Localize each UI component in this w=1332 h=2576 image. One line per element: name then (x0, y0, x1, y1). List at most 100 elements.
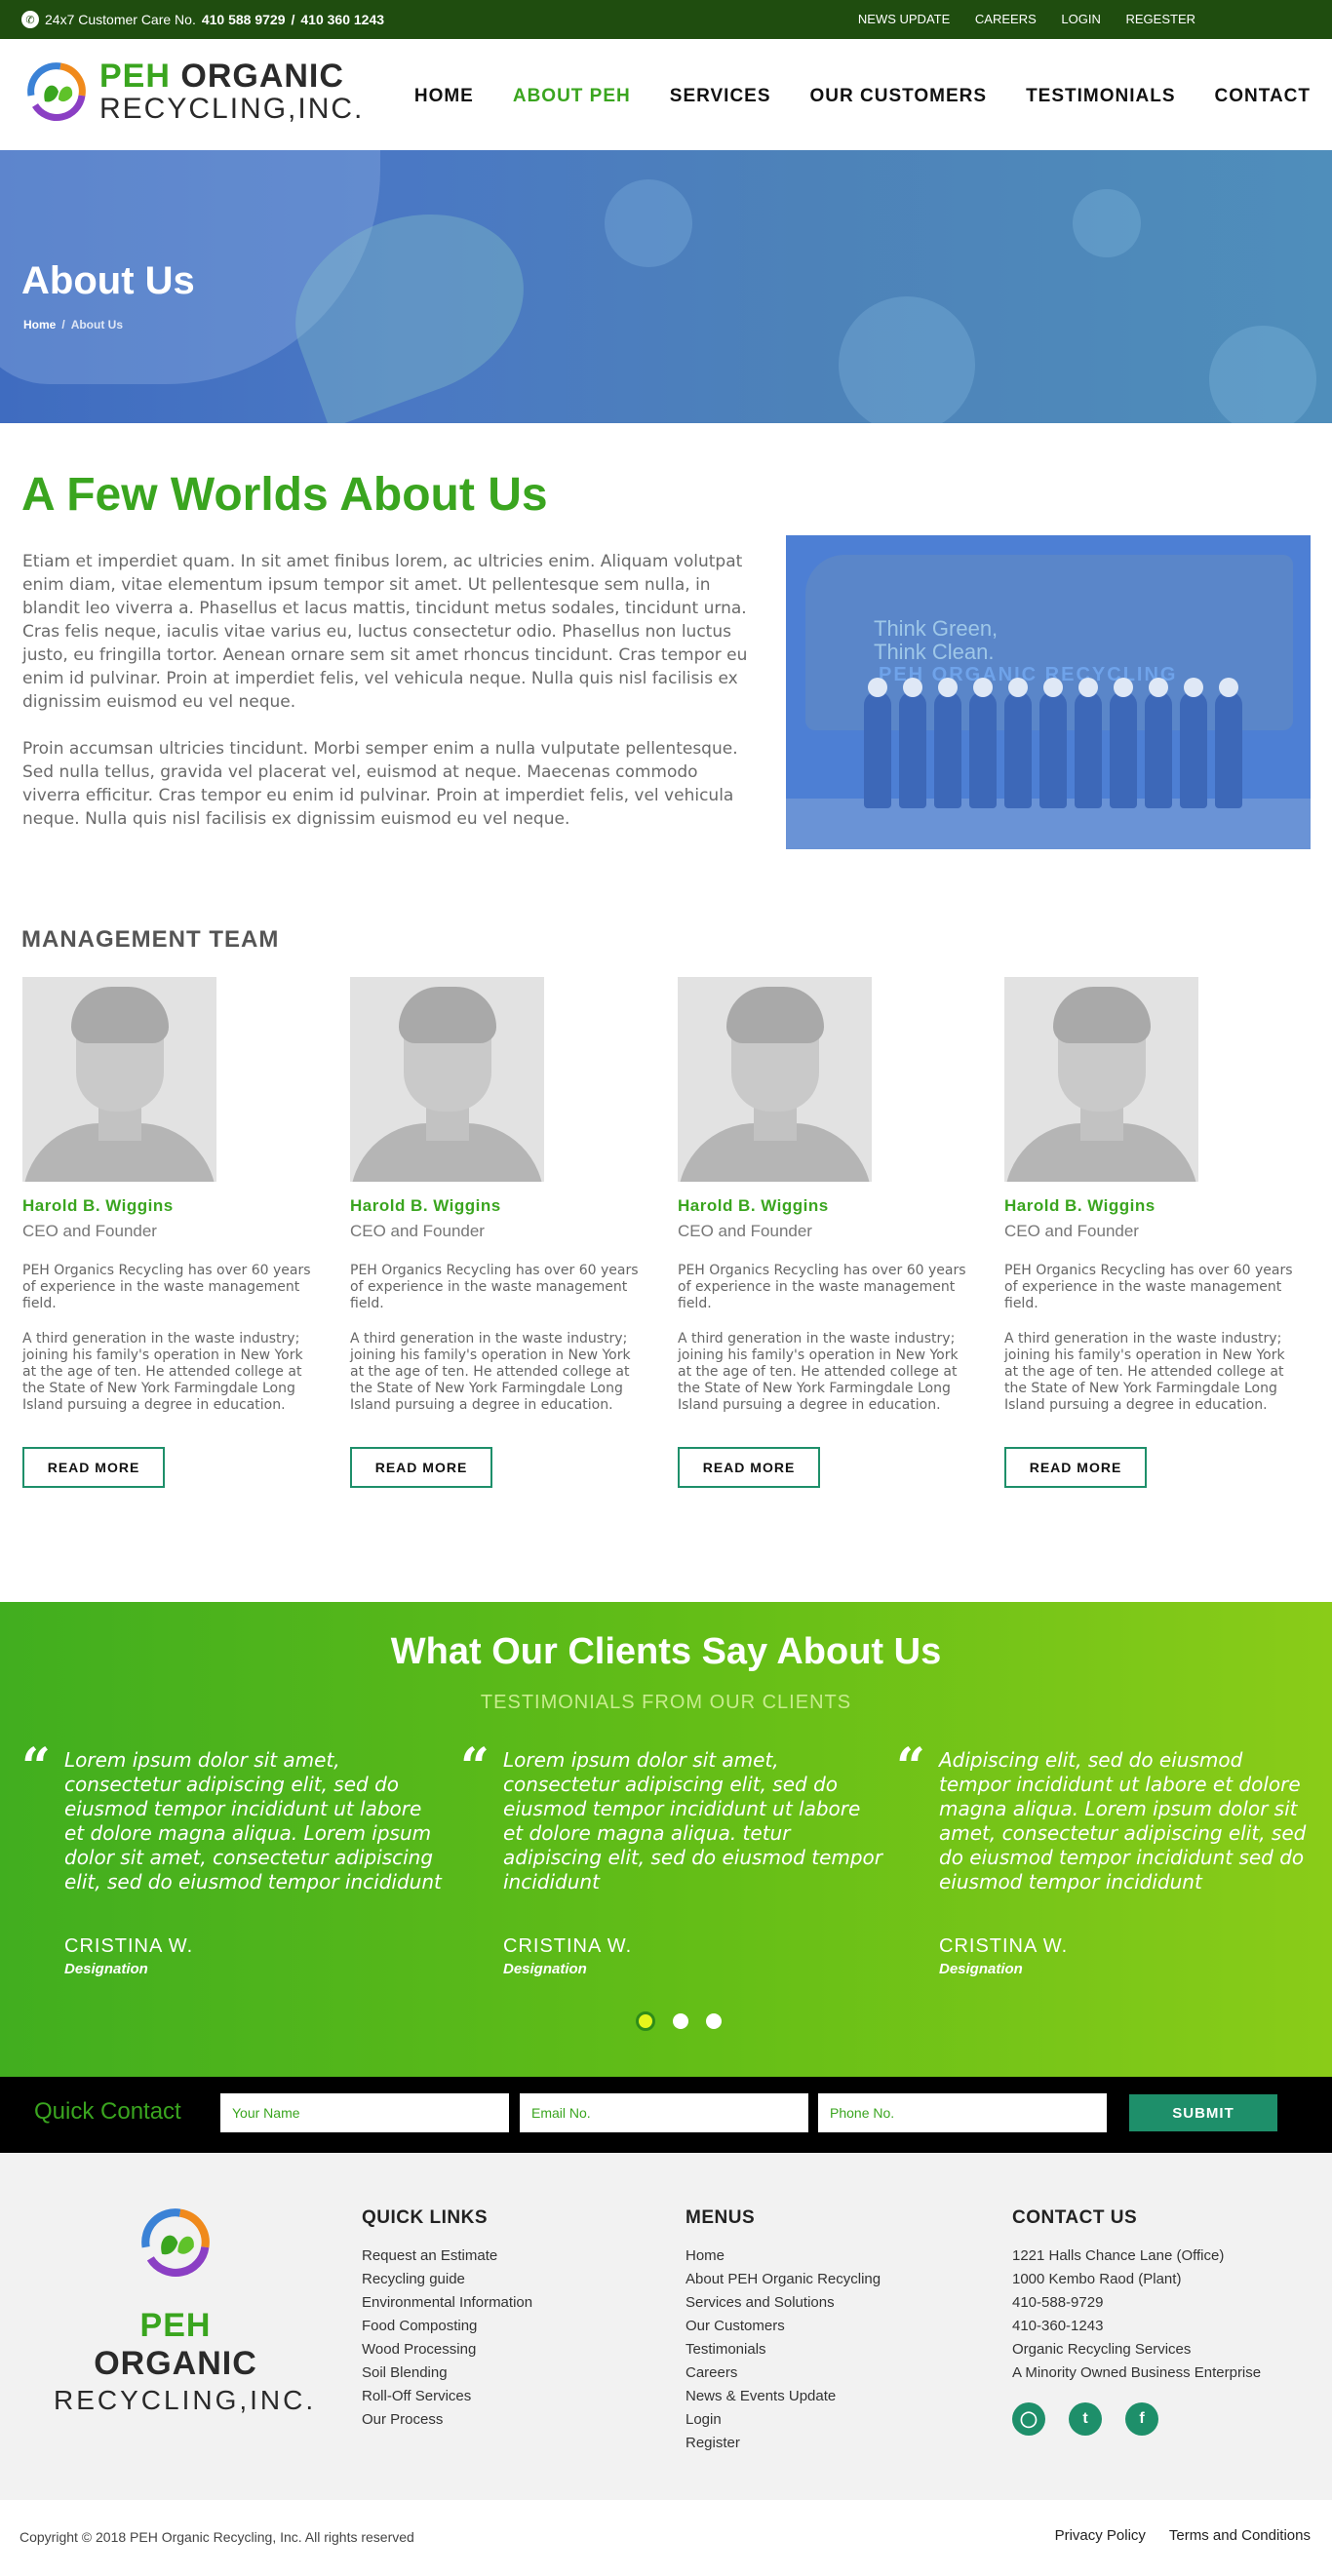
recycle-leaf-icon (135, 2202, 216, 2283)
footer-logo[interactable]: PEH ORGANIC RECYCLING,INC. (54, 2202, 313, 2416)
nav-about[interactable]: ABOUT PEH (513, 86, 631, 107)
management-title: MANAGEMENT TEAM (21, 926, 280, 953)
menus-column: MENUS Home About PEH Organic Recycling S… (686, 2207, 881, 2455)
page-banner: About Us Home / About Us (0, 150, 1332, 423)
email-field[interactable] (520, 2093, 808, 2132)
member-name: Harold B. Wiggins (22, 1196, 174, 1215)
nav-contact[interactable]: CONTACT (1215, 86, 1311, 107)
footer-menu-link[interactable]: Services and Solutions (686, 2291, 881, 2315)
nav-services[interactable]: SERVICES (670, 86, 771, 107)
about-paragraph-2: Proin accumsan ultricies tincidunt. Morb… (22, 739, 738, 829)
member-role: CEO and Founder (22, 1222, 157, 1240)
privacy-policy-link[interactable]: Privacy Policy (1055, 2527, 1146, 2544)
logo-peh: PEH (99, 58, 171, 95)
top-link-login[interactable]: LOGIN (1061, 12, 1100, 26)
instagram-icon[interactable]: ◯ (1012, 2402, 1045, 2436)
bottom-bar: Copyright © 2018 PEH Organic Recycling, … (0, 2500, 1332, 2576)
facebook-icon[interactable]: f (1125, 2402, 1158, 2436)
copyright: Copyright © 2018 PEH Organic Recycling, … (20, 2529, 414, 2545)
team-member: Harold B. Wiggins CEO and Founder PEH Or… (22, 977, 315, 1488)
top-link-news[interactable]: NEWS UPDATE (858, 12, 950, 26)
footer-link[interactable]: Environmental Information (362, 2291, 532, 2315)
phone-number-2[interactable]: 410 360 1243 (300, 12, 384, 27)
carousel-dot-3[interactable] (706, 2013, 722, 2029)
name-field[interactable] (220, 2093, 509, 2132)
contact-tagline: Organic Recycling Services (1012, 2341, 1192, 2358)
phone-number-1[interactable]: 410 588 9729 (202, 12, 286, 27)
member-role: CEO and Founder (1004, 1222, 1139, 1240)
nav-testimonials[interactable]: TESTIMONIALS (1026, 86, 1175, 107)
footer-menu-link[interactable]: Our Customers (686, 2315, 881, 2338)
member-role: CEO and Founder (678, 1222, 812, 1240)
testimonial-designation: Designation (64, 1961, 148, 1977)
footer-menu-link[interactable]: Register (686, 2432, 881, 2455)
breadcrumb-home[interactable]: Home (23, 318, 56, 332)
contact-phone-2[interactable]: 410-360-1243 (1012, 2315, 1261, 2338)
testimonial-text: Adipiscing elit, sed do eiusmod tempor i… (939, 1748, 1307, 1893)
member-bio-2: A third generation in the waste industry… (350, 1331, 631, 1413)
carousel-dot-2[interactable] (673, 2013, 688, 2029)
carousel-dots (636, 2011, 722, 2031)
contact-address-office: 1221 Halls Chance Lane (Office) (1012, 2247, 1225, 2264)
member-name: Harold B. Wiggins (1004, 1196, 1156, 1215)
top-bar: ✆ 24x7 Customer Care No. 410 588 9729 / … (0, 0, 1332, 39)
footer-menu-link[interactable]: Testimonials (686, 2338, 881, 2361)
customer-care-label: 24x7 Customer Care No. (45, 12, 196, 27)
read-more-button[interactable]: READ MORE (1004, 1447, 1147, 1488)
carousel-dot-1[interactable] (636, 2011, 655, 2031)
testimonials-title: What Our Clients Say About Us (390, 1631, 942, 1672)
testimonials-section: What Our Clients Say About Us TESTIMONIA… (0, 1602, 1332, 2077)
logo[interactable]: PEH ORGANIC RECYCLING,INC. (21, 57, 364, 127)
nav-home[interactable]: HOME (414, 86, 474, 107)
member-bio-1: PEH Organics Recycling has over 60 years… (678, 1263, 966, 1311)
quick-contact-label: Quick Contact (34, 2098, 181, 2125)
phone-field[interactable] (818, 2093, 1107, 2132)
member-bio-1: PEH Organics Recycling has over 60 years… (22, 1263, 311, 1311)
member-name: Harold B. Wiggins (350, 1196, 501, 1215)
member-bio-2: A third generation in the waste industry… (22, 1331, 303, 1413)
footer-link[interactable]: Recycling guide (362, 2268, 532, 2291)
footer-link[interactable]: Wood Processing (362, 2338, 532, 2361)
breadcrumb-current: About Us (70, 318, 124, 332)
quote-icon: “ (896, 1737, 925, 1797)
read-more-button[interactable]: READ MORE (678, 1447, 820, 1488)
testimonial-author: CRISTINA W. (503, 1935, 633, 1957)
footer-link[interactable]: Request an Estimate (362, 2244, 532, 2268)
testimonial-designation: Designation (939, 1961, 1023, 1977)
testimonial-card: “ Adipiscing elit, sed do eiusmod tempor… (896, 1742, 1319, 1978)
footer-menu-link[interactable]: Login (686, 2408, 881, 2432)
member-role: CEO and Founder (350, 1222, 485, 1240)
about-title: A Few Worlds About Us (21, 469, 548, 521)
contact-address-plant: 1000 Kembo Raod (Plant) (1012, 2271, 1182, 2287)
testimonial-author: CRISTINA W. (64, 1935, 194, 1957)
footer-link[interactable]: Food Composting (362, 2315, 532, 2338)
read-more-button[interactable]: READ MORE (22, 1447, 165, 1488)
footer-menu-link[interactable]: News & Events Update (686, 2385, 881, 2408)
top-links: NEWS UPDATE CAREERS LOGIN REGESTER (837, 12, 1195, 26)
testimonial-card: “ Lorem ipsum dolor sit amet, consectetu… (21, 1742, 445, 1978)
logo-organic: ORGANIC (180, 58, 344, 95)
member-bio-2: A third generation in the waste industry… (1004, 1331, 1285, 1413)
submit-button[interactable]: SUBMIT (1129, 2094, 1277, 2131)
footer-menu-link[interactable]: About PEH Organic Recycling (686, 2268, 881, 2291)
footer-menu-link[interactable]: Careers (686, 2361, 881, 2385)
contact-title: CONTACT US (1012, 2207, 1138, 2228)
top-link-register[interactable]: REGESTER (1125, 12, 1195, 26)
team-member: Harold B. Wiggins CEO and Founder PEH Or… (350, 977, 643, 1488)
footer: PEH ORGANIC RECYCLING,INC. QUICK LINKS R… (0, 2153, 1332, 2500)
footer-link[interactable]: Soil Blending (362, 2361, 532, 2385)
footer-link[interactable]: Roll-Off Services (362, 2385, 532, 2408)
quote-icon: “ (21, 1737, 51, 1797)
testimonial-card: “ Lorem ipsum dolor sit amet, consectetu… (460, 1742, 883, 1978)
nav-customers[interactable]: OUR CUSTOMERS (810, 86, 988, 107)
top-link-careers[interactable]: CAREERS (975, 12, 1037, 26)
about-text: Etiam et imperdiet quam. In sit amet fin… (22, 550, 760, 854)
contact-phone-1[interactable]: 410-588-9729 (1012, 2291, 1261, 2315)
twitter-icon[interactable]: t (1069, 2402, 1102, 2436)
footer-link[interactable]: Our Process (362, 2408, 532, 2432)
menus-title: MENUS (686, 2207, 756, 2228)
footer-menu-link[interactable]: Home (686, 2244, 881, 2268)
terms-link[interactable]: Terms and Conditions (1169, 2527, 1311, 2544)
read-more-button[interactable]: READ MORE (350, 1447, 492, 1488)
member-bio-1: PEH Organics Recycling has over 60 years… (1004, 1263, 1293, 1311)
